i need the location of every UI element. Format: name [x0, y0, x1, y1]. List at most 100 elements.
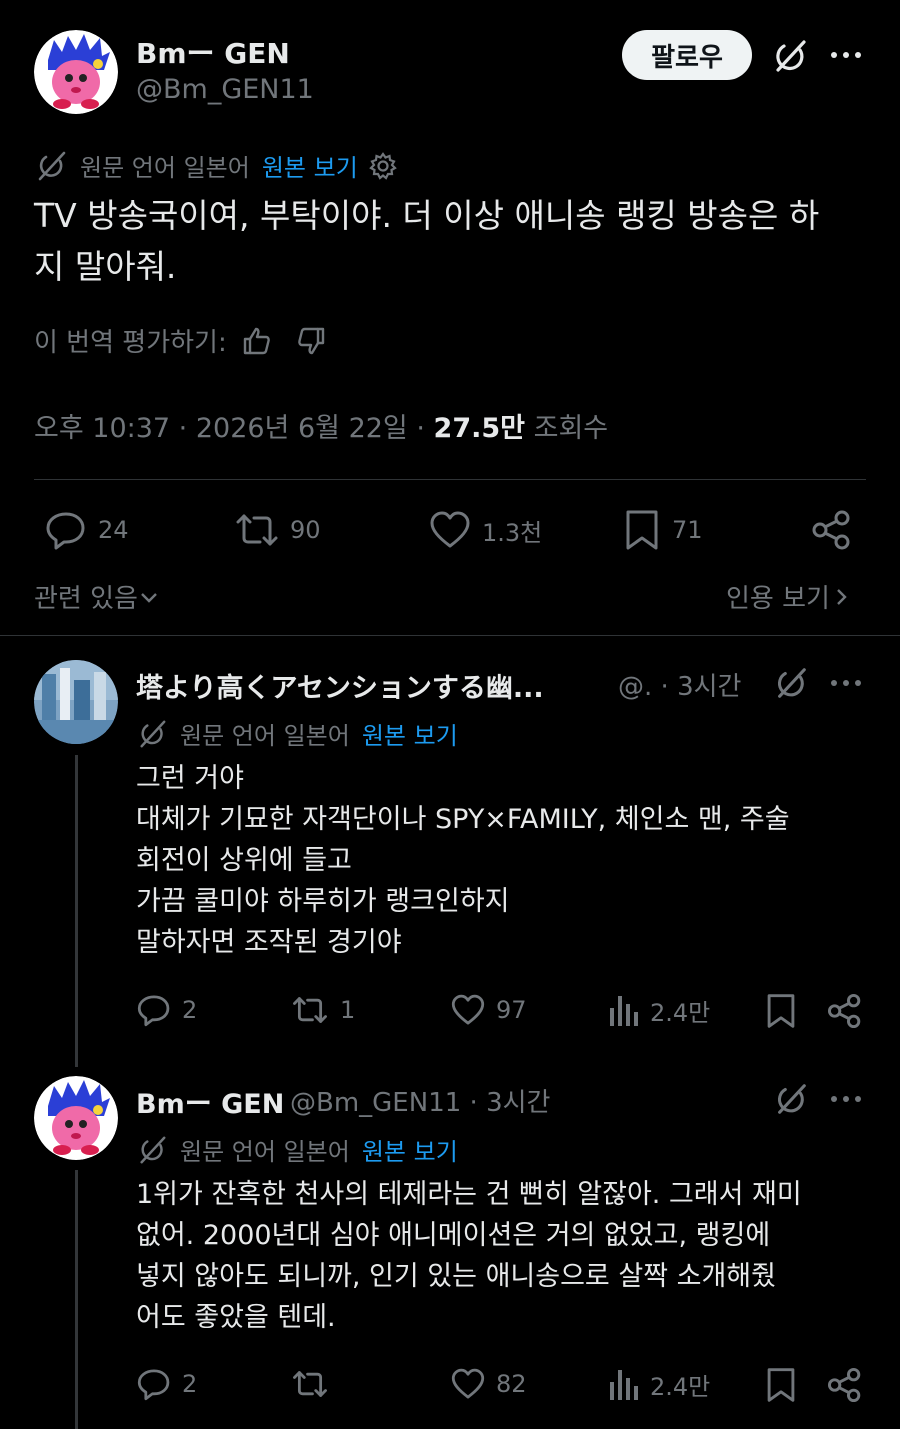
translation-note: 원문 언어 일본어 원본 보기	[34, 148, 398, 183]
view-original-link[interactable]: 원본 보기	[262, 148, 358, 183]
heart-icon	[428, 508, 472, 552]
post-date[interactable]: 2026년 6월 22일	[196, 413, 408, 444]
view-original-link[interactable]: 원본 보기	[362, 1132, 458, 1167]
reply-author-name[interactable]: Bmー GEN	[136, 1082, 284, 1121]
speech-bubble-icon	[136, 992, 172, 1028]
reply-text-line: 가끔 쿨미야 하루히가 랭크인하지	[136, 886, 510, 917]
chevron-down-icon	[138, 586, 160, 608]
post-text: TV 방송국이여, 부탁이야. 더 이상 애니송 랭킹 방송은 하 지 말아줘.	[34, 190, 864, 292]
bookmark-count: 71	[672, 516, 703, 544]
rate-translation: 이 번역 평가하기:	[34, 322, 327, 359]
follow-button[interactable]: 팔로우	[622, 30, 752, 80]
chevron-right-icon	[830, 586, 852, 608]
repost-button[interactable]: 1	[290, 992, 355, 1028]
reply-meta: @Bm_GEN11 · 3시간	[290, 1088, 551, 1118]
reply-text-line: 대체가 기묘한 자객단이나 SPY×FAMILY, 체인소 맨, 주술	[136, 804, 790, 835]
view-original-link[interactable]: 원본 보기	[362, 716, 458, 751]
gear-icon[interactable]	[368, 151, 398, 181]
grok-slash-icon[interactable]	[772, 1080, 810, 1118]
like-button[interactable]: 1.3천	[428, 508, 542, 552]
repost-count: 1	[340, 996, 356, 1024]
views-button[interactable]: 2.4만	[608, 992, 710, 1028]
bookmark-icon	[764, 1366, 798, 1404]
bookmark-button[interactable]	[764, 992, 798, 1030]
translate-slash-icon	[136, 718, 168, 750]
reply-author-name[interactable]: 塔より高くアセンションする幽...	[136, 666, 544, 705]
post-text-line: 지 말아줘.	[34, 247, 177, 286]
speech-bubble-icon	[136, 1366, 172, 1402]
like-count: 82	[496, 1370, 527, 1398]
translate-slash-icon	[34, 149, 68, 183]
thread-line	[75, 755, 78, 1067]
more-dots-icon[interactable]	[828, 1084, 864, 1114]
reply-text-line: 넣지 않아도 되니까, 인기 있는 애니송으로 살짝 소개해줬	[136, 1261, 776, 1292]
reply-author-handle[interactable]: @Bm_GEN11	[290, 1088, 461, 1118]
reply-button[interactable]: 2	[136, 992, 197, 1028]
translation-note: 원문 언어 일본어 원본 보기	[136, 716, 458, 751]
repost-arrows-icon	[290, 992, 330, 1028]
view-count: 2.4만	[650, 1372, 711, 1401]
reply-count: 2	[182, 996, 198, 1024]
reply-text: 1위가 잔혹한 천사의 테제라는 건 뻔히 알잖아. 그래서 재미 없어. 20…	[136, 1174, 866, 1338]
reply-text: 그런 거야 대체가 기묘한 자객단이나 SPY×FAMILY, 체인소 맨, 주…	[136, 758, 866, 963]
author-handle[interactable]: @Bm_GEN11	[136, 74, 314, 105]
bookmark-button[interactable]	[764, 1366, 798, 1404]
thread-line	[75, 1170, 78, 1429]
repost-arrows-icon	[234, 508, 280, 552]
grok-slash-icon[interactable]	[770, 36, 810, 76]
related-dropdown[interactable]: 관련 있음	[34, 578, 160, 615]
reply-meta: @. · 3시간	[618, 672, 742, 702]
reply-text-line: 회전이 상위에 들고	[136, 845, 352, 876]
like-button[interactable]: 82	[450, 1366, 527, 1402]
post-time[interactable]: 오후 10:37	[34, 413, 170, 444]
bookmark-button[interactable]: 71	[622, 508, 703, 552]
thumbs-up-icon[interactable]	[241, 325, 273, 357]
reply-text-line: 없어. 2000년대 심야 애니메이션은 거의 없었고, 랭킹에	[136, 1220, 771, 1251]
more-dots-icon[interactable]	[828, 40, 864, 70]
heart-icon	[450, 992, 486, 1028]
thumbs-down-icon[interactable]	[295, 325, 327, 357]
share-nodes-icon	[826, 992, 864, 1030]
more-dots-icon[interactable]	[828, 668, 864, 698]
translation-language: 원문 언어 일본어	[180, 1138, 350, 1166]
translation-language: 원문 언어 일본어	[80, 154, 250, 182]
reply-time[interactable]: 3시간	[486, 1088, 550, 1118]
rate-translation-label: 이 번역 평가하기:	[34, 328, 227, 358]
grok-slash-icon[interactable]	[772, 664, 810, 702]
repost-count: 90	[290, 516, 321, 544]
divider	[34, 479, 866, 480]
share-button[interactable]	[810, 508, 854, 552]
reply-button[interactable]: 24	[44, 508, 129, 552]
speech-bubble-icon	[44, 508, 88, 552]
quotes-label: 인용 보기	[726, 584, 830, 614]
author-avatar[interactable]	[34, 30, 118, 114]
views-button[interactable]: 2.4만	[608, 1366, 710, 1402]
view-label: 조회수	[533, 413, 609, 444]
reply-author-handle[interactable]: @.	[618, 672, 652, 702]
share-button[interactable]	[826, 992, 864, 1030]
view-quotes-link[interactable]: 인용 보기	[726, 578, 852, 615]
like-button[interactable]: 97	[450, 992, 527, 1028]
post-text-line: TV 방송국이여, 부탁이야. 더 이상 애니송 랭킹 방송은 하	[34, 196, 820, 235]
share-nodes-icon	[810, 508, 854, 552]
like-count: 1.3천	[482, 518, 543, 547]
repost-button[interactable]	[290, 1366, 340, 1402]
reply-text-line: 1위가 잔혹한 천사의 테제라는 건 뻔히 알잖아. 그래서 재미	[136, 1179, 802, 1210]
share-nodes-icon	[826, 1366, 864, 1404]
translation-language: 원문 언어 일본어	[180, 722, 350, 750]
reply-avatar[interactable]	[34, 660, 118, 744]
author-name[interactable]: Bmー GEN	[136, 32, 290, 72]
bookmark-icon	[622, 508, 662, 552]
reply-avatar[interactable]	[34, 1076, 118, 1160]
bookmark-icon	[764, 992, 798, 1030]
related-label: 관련 있음	[34, 584, 138, 614]
reply-text-line: 그런 거야	[136, 763, 244, 794]
translate-slash-icon	[136, 1134, 168, 1166]
reply-count: 24	[98, 516, 129, 544]
repost-button[interactable]: 90	[234, 508, 321, 552]
like-count: 97	[496, 996, 527, 1024]
share-button[interactable]	[826, 1366, 864, 1404]
reply-time[interactable]: 3시간	[677, 672, 741, 702]
reply-button[interactable]: 2	[136, 1366, 197, 1402]
reply-text-line: 어도 좋았을 텐데.	[136, 1302, 336, 1333]
